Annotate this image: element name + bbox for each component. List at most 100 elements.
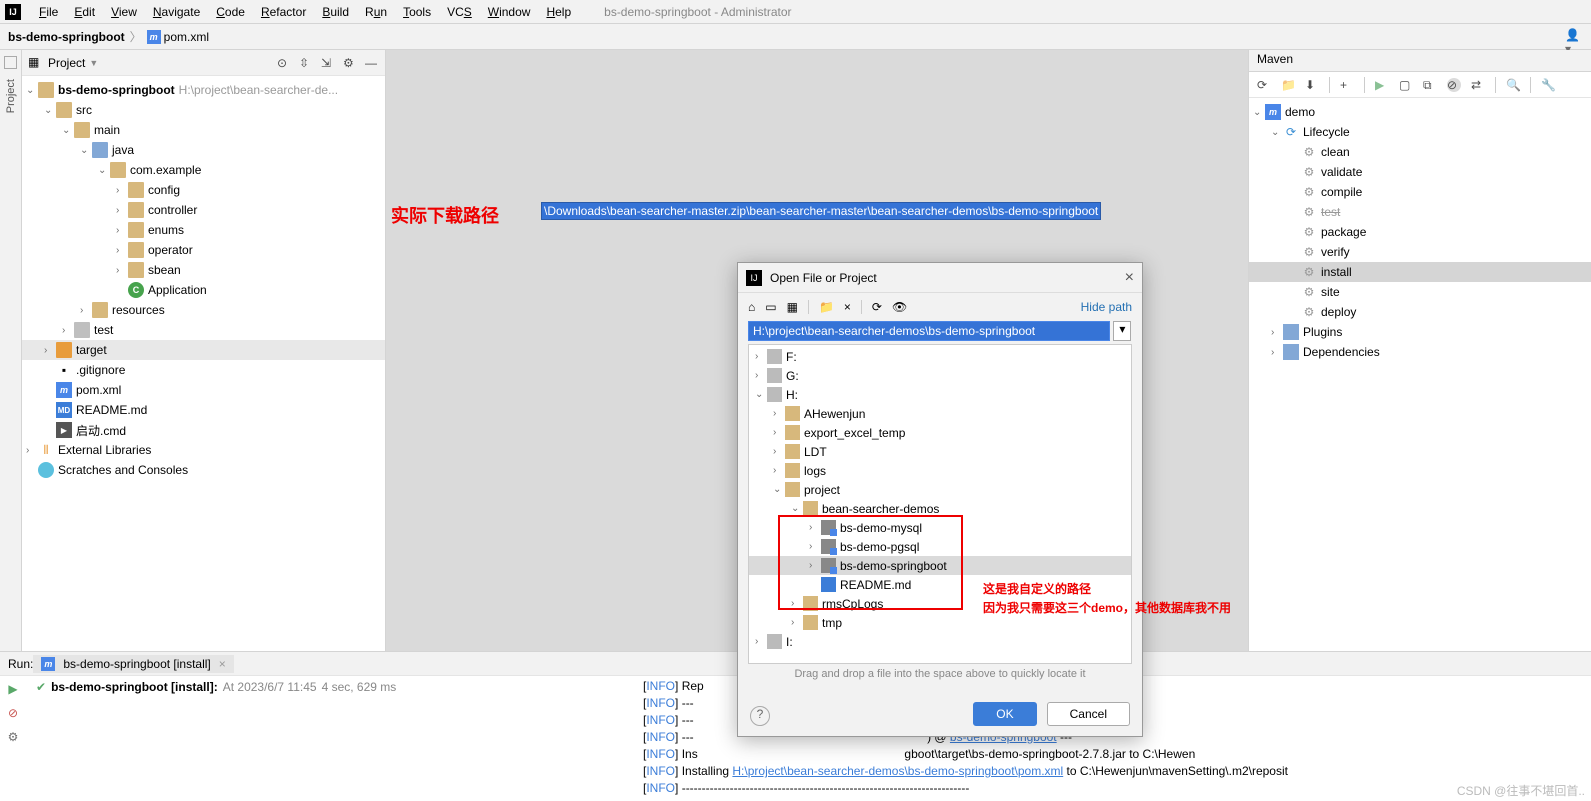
folder-row[interactable]: ›export_excel_temp	[749, 423, 1131, 442]
maven-lifecycle[interactable]: ⌄⟳Lifecycle	[1249, 122, 1591, 142]
run-tab[interactable]: m bs-demo-springboot [install] ×	[33, 655, 233, 673]
maven-phase[interactable]: ⚙verify	[1249, 242, 1591, 262]
menu-build[interactable]: Build	[314, 3, 357, 21]
hide-icon[interactable]: —	[365, 56, 379, 70]
menu-code[interactable]: Code	[208, 3, 253, 21]
add-icon[interactable]: +	[1340, 78, 1354, 92]
tree-ext-libs[interactable]: ›⫴External Libraries	[22, 440, 385, 460]
selected-path-text[interactable]: \Downloads\bean-searcher-master.zip\bean…	[541, 202, 1101, 220]
tree-root[interactable]: ⌄bs-demo-springbootH:\project\bean-searc…	[22, 80, 385, 100]
refresh-icon[interactable]: ⟳	[872, 300, 882, 314]
desktop-icon[interactable]: ▭	[765, 300, 776, 314]
help-icon[interactable]: ?	[750, 706, 770, 726]
maven-phase[interactable]: ⚙compile	[1249, 182, 1591, 202]
collapse-all-icon[interactable]: ⇲	[321, 56, 335, 70]
tree-gitignore[interactable]: ▪.gitignore	[22, 360, 385, 380]
maven-phase[interactable]: ⚙package	[1249, 222, 1591, 242]
folder-row[interactable]: ›AHewenjun	[749, 404, 1131, 423]
close-icon[interactable]: ×	[1125, 269, 1134, 287]
drive-row[interactable]: ⌄H:	[749, 385, 1131, 404]
cancel-button[interactable]: Cancel	[1047, 702, 1130, 726]
menu-file[interactable]: File	[31, 3, 66, 21]
maven-phase-install[interactable]: ⚙install	[1249, 262, 1591, 282]
hide-path-link[interactable]: Hide path	[1081, 300, 1132, 314]
folder-row[interactable]: ›LDT	[749, 442, 1131, 461]
dialog-titlebar[interactable]: IJ Open File or Project ×	[738, 263, 1142, 293]
tree-pom[interactable]: mpom.xml	[22, 380, 385, 400]
new-folder-icon[interactable]: 📁	[819, 300, 834, 314]
menu-help[interactable]: Help	[538, 3, 579, 21]
ok-button[interactable]: OK	[973, 702, 1036, 726]
toggle-icon[interactable]: ⧉	[1423, 78, 1437, 92]
rerun-icon[interactable]: ▶	[8, 682, 17, 696]
drive-row[interactable]: ›F:	[749, 347, 1131, 366]
tree-target[interactable]: ›target	[22, 340, 385, 360]
user-icon[interactable]: 👤▾	[1565, 28, 1583, 46]
tree-scratches[interactable]: Scratches and Consoles	[22, 460, 385, 480]
project-tool-icon[interactable]	[4, 56, 17, 69]
settings-icon[interactable]: 🔧	[1541, 78, 1555, 92]
tree-folder[interactable]: ›operator	[22, 240, 385, 260]
folder-row[interactable]: ›logs	[749, 461, 1131, 480]
breadcrumb-root[interactable]: bs-demo-springboot	[8, 30, 125, 44]
offline-icon[interactable]: ⇄	[1471, 78, 1485, 92]
dropdown-icon[interactable]: ▼	[89, 58, 98, 68]
drive-row[interactable]: ›G:	[749, 366, 1131, 385]
project-icon[interactable]: ▦	[787, 300, 798, 314]
maven-phase[interactable]: ⚙validate	[1249, 162, 1591, 182]
close-icon[interactable]: ×	[219, 657, 226, 671]
tree-package[interactable]: ⌄com.example	[22, 160, 385, 180]
tree-readme[interactable]: MDREADME.md	[22, 400, 385, 420]
settings-icon[interactable]: ⚙	[8, 730, 19, 744]
menu-window[interactable]: Window	[480, 3, 539, 21]
tree-resources[interactable]: ›resources	[22, 300, 385, 320]
show-deps-icon[interactable]: 🔍	[1506, 78, 1520, 92]
tree-folder[interactable]: ›controller	[22, 200, 385, 220]
settings-icon[interactable]: ⚙	[343, 56, 357, 70]
maven-phase[interactable]: ⚙test	[1249, 202, 1591, 222]
tree-folder[interactable]: ›sbean	[22, 260, 385, 280]
maven-phase[interactable]: ⚙deploy	[1249, 302, 1591, 322]
tree-folder[interactable]: ›config	[22, 180, 385, 200]
maven-plugins[interactable]: ›Plugins	[1249, 322, 1591, 342]
tree-java[interactable]: ⌄java	[22, 140, 385, 160]
folder-row[interactable]: ⌄project	[749, 480, 1131, 499]
maven-phase[interactable]: ⚙clean	[1249, 142, 1591, 162]
tree-test[interactable]: ›test	[22, 320, 385, 340]
download-icon[interactable]: ⬇	[1305, 78, 1319, 92]
expand-all-icon[interactable]: ⇳	[299, 56, 313, 70]
skip-tests-icon[interactable]: ⊘	[1447, 78, 1461, 92]
breadcrumb-file[interactable]: pom.xml	[164, 30, 209, 44]
tree-folder[interactable]: ›enums	[22, 220, 385, 240]
menu-navigate[interactable]: Navigate	[145, 3, 208, 21]
path-dropdown-icon[interactable]: ▾	[1113, 321, 1131, 341]
menu-run[interactable]: Run	[357, 3, 395, 21]
maven-root[interactable]: ⌄mdemo	[1249, 102, 1591, 122]
menu-refactor[interactable]: Refactor	[253, 3, 314, 21]
home-icon[interactable]: ⌂	[748, 300, 755, 314]
delete-icon[interactable]: ×	[844, 300, 851, 314]
project-tree[interactable]: ⌄bs-demo-springbootH:\project\bean-searc…	[22, 76, 385, 484]
menu-vcs[interactable]: VCS	[439, 3, 480, 21]
menu-edit[interactable]: Edit	[66, 3, 103, 21]
show-hidden-icon[interactable]: 👁	[892, 300, 907, 314]
generate-icon[interactable]: 📁	[1281, 78, 1295, 92]
select-opened-icon[interactable]: ⊙	[277, 56, 291, 70]
maven-phase[interactable]: ⚙site	[1249, 282, 1591, 302]
path-input[interactable]	[748, 321, 1110, 341]
maven-tree[interactable]: ⌄mdemo ⌄⟳Lifecycle ⚙clean ⚙validate ⚙com…	[1249, 98, 1591, 366]
reload-icon[interactable]: ⟳	[1257, 78, 1271, 92]
run-icon[interactable]: ▶	[1375, 78, 1389, 92]
maven-deps[interactable]: ›Dependencies	[1249, 342, 1591, 362]
tree-main[interactable]: ⌄main	[22, 120, 385, 140]
tree-app[interactable]: CApplication	[22, 280, 385, 300]
tree-cmd[interactable]: ▶启动.cmd	[22, 420, 385, 440]
project-tool-label[interactable]: Project	[5, 74, 17, 118]
menu-view[interactable]: View	[103, 3, 145, 21]
maven-title[interactable]: Maven	[1249, 50, 1591, 72]
execute-icon[interactable]: ▢	[1399, 78, 1413, 92]
stop-icon[interactable]: ⊘	[8, 706, 18, 720]
menu-tools[interactable]: Tools	[395, 3, 439, 21]
drive-row[interactable]: ›I:	[749, 632, 1131, 651]
tree-src[interactable]: ⌄src	[22, 100, 385, 120]
